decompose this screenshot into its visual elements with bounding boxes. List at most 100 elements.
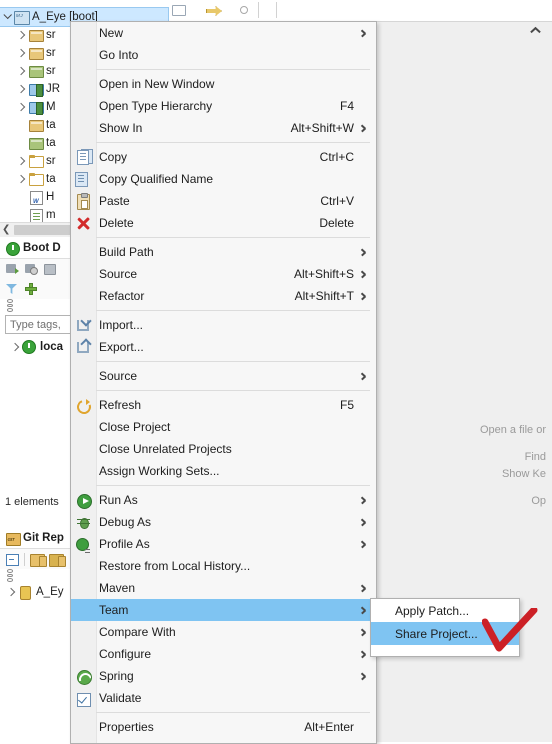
- menu-item-copy[interactable]: Copy Ctrl+C: [71, 146, 376, 168]
- submenu-arrow-icon: [360, 628, 367, 636]
- twisty-collapsed-icon[interactable]: [14, 80, 27, 98]
- menu-item-run-as[interactable]: Run As: [71, 489, 376, 511]
- menu-item-refresh[interactable]: Refresh F5: [71, 394, 376, 416]
- dot-icon[interactable]: [238, 3, 253, 17]
- menu-item-team[interactable]: Team: [71, 599, 376, 621]
- menu-item-share-project[interactable]: Share Project...: [371, 622, 519, 645]
- team-submenu[interactable]: Apply Patch... Share Project...: [370, 598, 520, 657]
- menu-item-restore-from-local-history[interactable]: Restore from Local History...: [71, 555, 376, 577]
- twisty-collapsed-icon[interactable]: [8, 338, 21, 356]
- tree-label: sr: [46, 29, 56, 41]
- menu-item-configure[interactable]: Configure: [71, 643, 376, 665]
- menu-item-import[interactable]: Import...: [71, 314, 376, 336]
- submenu-arrow-icon: [360, 540, 367, 548]
- menu-item-build-path[interactable]: Build Path: [71, 241, 376, 263]
- xml-file-icon: [27, 207, 44, 223]
- twisty-collapsed-icon[interactable]: [14, 152, 27, 170]
- editor-hint-0: Open a file or: [479, 424, 546, 436]
- menu-accelerator: Ctrl+C: [319, 150, 354, 164]
- menu-item-apply-patch[interactable]: Apply Patch...: [371, 599, 519, 622]
- menu-item-assign-working-sets[interactable]: Assign Working Sets...: [71, 460, 376, 482]
- twisty-collapsed-icon[interactable]: [14, 98, 27, 116]
- editor-hint-1: Find: [524, 451, 546, 463]
- submenu-arrow-icon: [360, 650, 367, 658]
- twisty-collapsed-icon[interactable]: [14, 26, 27, 44]
- menu-separator: [96, 237, 370, 238]
- menu-accelerator: Delete: [319, 216, 354, 230]
- twisty-collapsed-icon[interactable]: [14, 44, 27, 62]
- menu-separator: [96, 485, 370, 486]
- submenu-arrow-icon: [360, 270, 367, 278]
- tree-label: M: [46, 101, 56, 113]
- menu-item-maven[interactable]: Maven: [71, 577, 376, 599]
- boot-dashboard-icon: [5, 241, 20, 256]
- menu-item-refactor[interactable]: Refactor Alt+Shift+T: [71, 285, 376, 307]
- menu-item-delete[interactable]: Delete Delete: [71, 212, 376, 234]
- project-context-menu[interactable]: New Go Into Open in New Window Open Type…: [70, 21, 377, 744]
- tree-label: JR: [46, 83, 61, 95]
- clone-repository-icon[interactable]: [49, 552, 66, 567]
- chevron-up-icon[interactable]: [530, 26, 541, 33]
- menu-item-new[interactable]: New: [71, 22, 376, 44]
- repository-icon: [17, 584, 34, 600]
- menu-label: Restore from Local History...: [99, 559, 251, 573]
- tree-label: ta: [46, 119, 56, 131]
- menu-item-properties[interactable]: Properties Alt+Enter: [71, 716, 376, 738]
- menu-item-show-in[interactable]: Show In Alt+Shift+W: [71, 117, 376, 139]
- menu-item-debug-as[interactable]: Debug As: [71, 511, 376, 533]
- menu-label: Configure: [99, 647, 152, 661]
- menu-item-open-type-hierarchy[interactable]: Open Type Hierarchy F4: [71, 95, 376, 117]
- window-icon[interactable]: [172, 3, 187, 17]
- menu-label: Close Project: [99, 420, 171, 434]
- menu-label: Go Into: [99, 48, 139, 62]
- menu-item-close-project[interactable]: Close Project: [71, 416, 376, 438]
- submenu-arrow-icon: [360, 292, 367, 300]
- menu-label: Copy: [99, 150, 128, 164]
- menu-item-validate[interactable]: Validate: [71, 687, 376, 709]
- menu-accelerator: Ctrl+V: [320, 194, 354, 208]
- run-icon: [75, 492, 92, 509]
- menu-accelerator: Alt+Shift+T: [294, 289, 354, 303]
- menu-item-spring[interactable]: Spring: [71, 665, 376, 687]
- tab-label-boot-dashboard: Boot D: [23, 242, 61, 254]
- twisty-collapsed-icon[interactable]: [4, 583, 17, 601]
- menu-label: Run As: [99, 493, 138, 507]
- menu-accelerator: F5: [339, 398, 354, 412]
- twisty-expanded-icon[interactable]: [0, 8, 13, 26]
- menu-item-open-in-new-window[interactable]: Open in New Window: [71, 73, 376, 95]
- folder-icon: [27, 171, 44, 187]
- menu-item-go-into[interactable]: Go Into: [71, 44, 376, 66]
- delete-icon: [75, 215, 91, 231]
- twisty-collapsed-icon[interactable]: [14, 170, 27, 188]
- add-icon[interactable]: [24, 282, 38, 296]
- debug-start-icon[interactable]: [24, 262, 38, 276]
- menu-label: Source: [99, 267, 138, 281]
- menu-item-copy-qualified-name[interactable]: Copy Qualified Name: [71, 168, 376, 190]
- menu-item-compare-with[interactable]: Compare With: [71, 621, 376, 643]
- menu-item-export[interactable]: Export...: [71, 336, 376, 358]
- menu-separator: [96, 310, 370, 311]
- submenu-arrow-icon: [360, 248, 367, 256]
- add-repository-icon[interactable]: [30, 552, 47, 567]
- menu-label: Close Unrelated Projects: [99, 442, 232, 456]
- menu-label: Import...: [99, 318, 144, 332]
- arrow-icon[interactable]: [206, 3, 222, 17]
- collapse-all-icon[interactable]: [5, 552, 19, 566]
- menu-label: Validate: [99, 691, 142, 705]
- menu-item-close-unrelated-projects[interactable]: Close Unrelated Projects: [71, 438, 376, 460]
- menu-item-profile-as[interactable]: Profile As: [71, 533, 376, 555]
- stop-icon[interactable]: [43, 262, 57, 276]
- submenu-arrow-icon: [360, 672, 367, 680]
- menu-item-source[interactable]: Source: [71, 365, 376, 387]
- scrollbar-thumb[interactable]: [14, 225, 76, 235]
- start-icon[interactable]: [5, 262, 19, 276]
- toolbar[interactable]: [168, 0, 552, 22]
- menu-item-source-refactor[interactable]: Source Alt+Shift+S: [71, 263, 376, 285]
- boot-app-icon: [21, 339, 38, 355]
- menu-item-paste[interactable]: Paste Ctrl+V: [71, 190, 376, 212]
- scroll-left-icon[interactable]: ❮: [2, 224, 10, 235]
- package-icon: [27, 45, 44, 61]
- profile-icon: [75, 536, 91, 552]
- twisty-collapsed-icon[interactable]: [14, 62, 27, 80]
- filter-icon[interactable]: [5, 282, 19, 296]
